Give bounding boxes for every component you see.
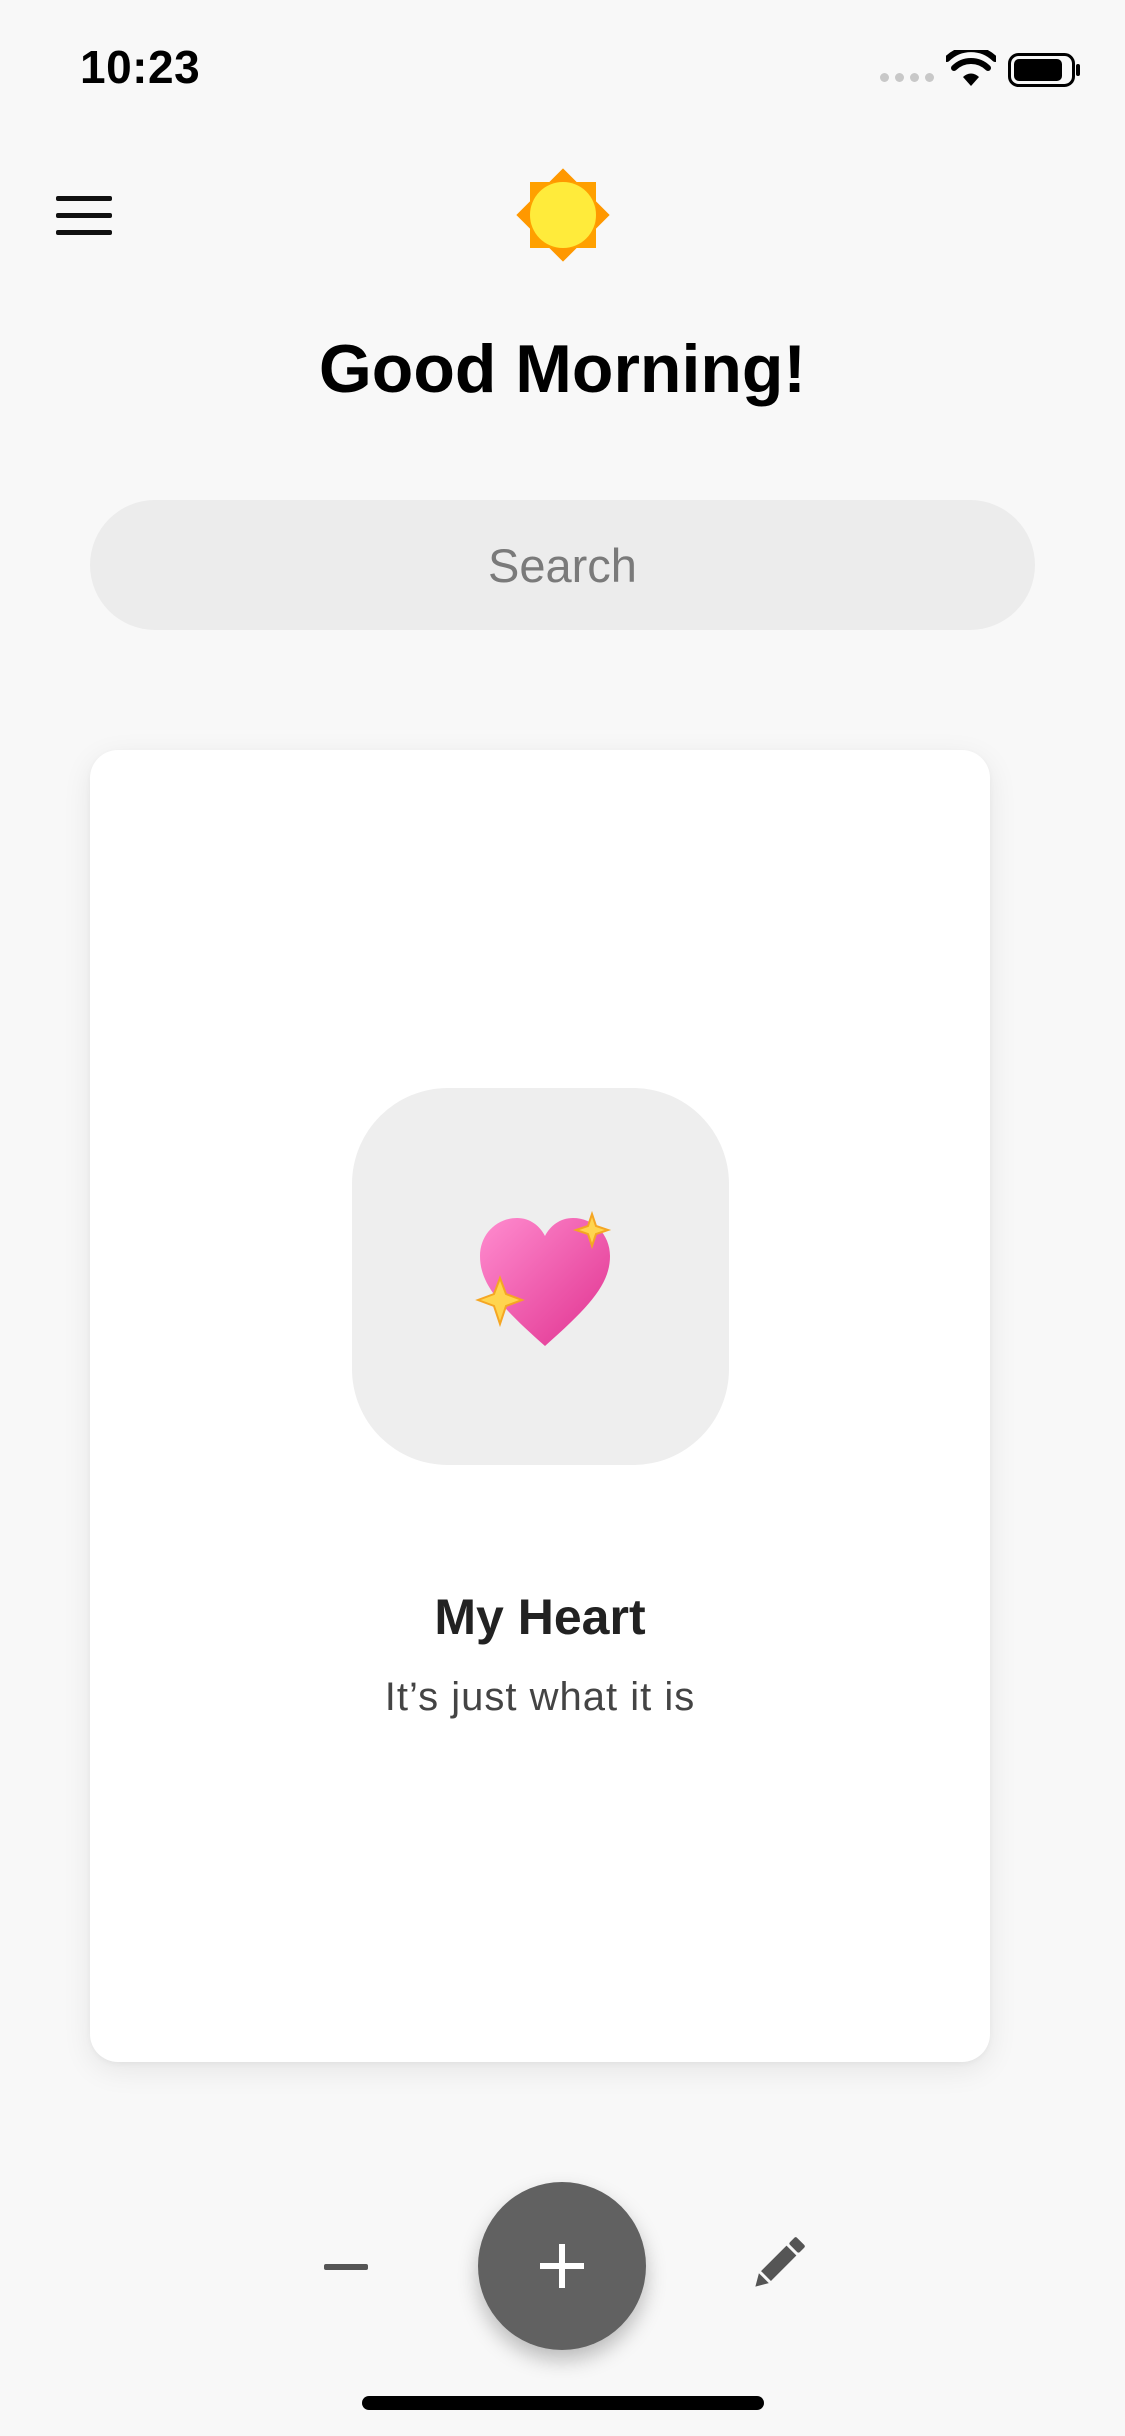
sparkling-heart-icon [475,1210,612,1346]
sun-icon [516,168,610,262]
hamburger-menu-icon[interactable] [56,196,112,236]
pencil-icon[interactable] [744,2230,812,2298]
search-input[interactable] [90,500,1035,630]
status-time: 10:23 [80,41,201,93]
signal-dots-icon [880,73,934,82]
add-button[interactable] [478,2182,646,2350]
minus-icon [324,2264,368,2270]
minus-button[interactable] [318,2248,374,2288]
home-screen: 10:23 Good Morning! Search My Heart It’s… [0,0,1125,2436]
card-subtitle: It’s just what it is [384,1675,696,1719]
card-title: My Heart [434,1589,646,1645]
wifi-icon [946,50,996,86]
battery-icon [1008,53,1080,87]
emoji-tile [352,1088,729,1465]
home-indicator [362,2396,764,2410]
page-title: Good Morning! [318,331,807,407]
item-card[interactable]: My Heart It’s just what it is [90,750,990,2062]
